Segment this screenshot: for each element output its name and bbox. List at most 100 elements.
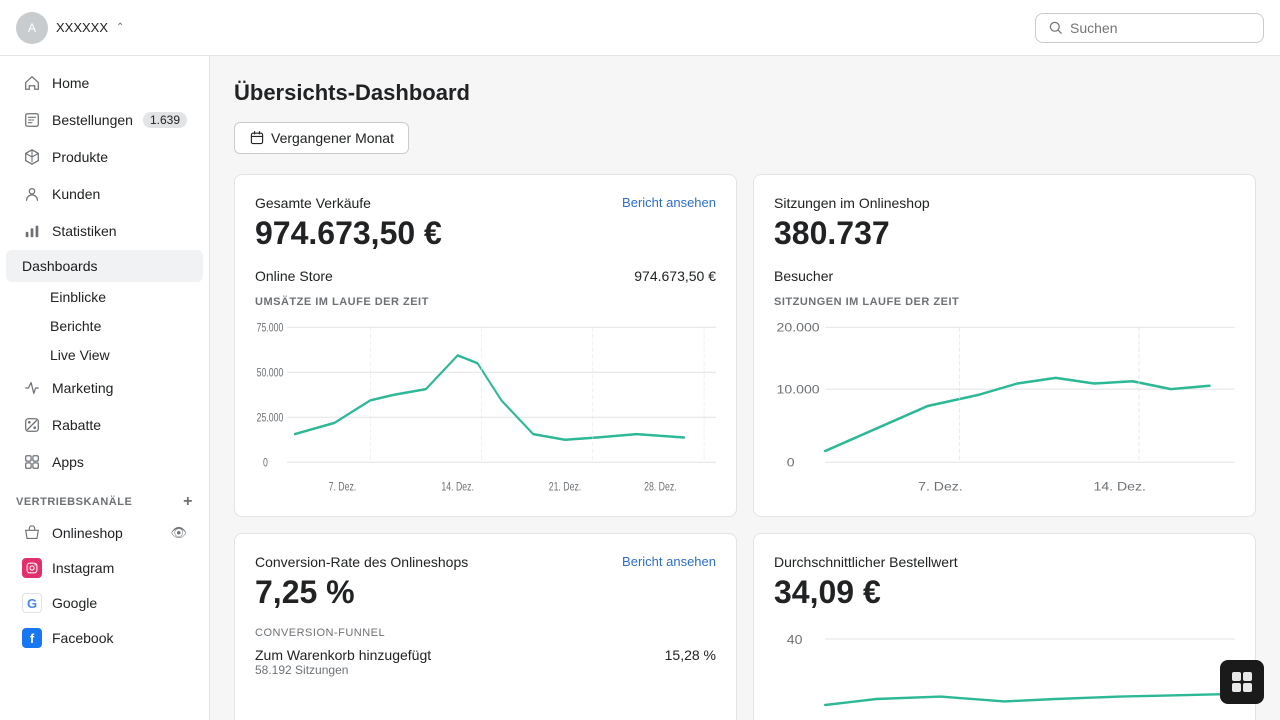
facebook-icon: f — [22, 628, 42, 648]
conversion-funnel-item-value: 15,28 % — [665, 647, 716, 677]
svg-text:21. Dez.: 21. Dez. — [549, 480, 582, 494]
card-conversion-link[interactable]: Bericht ansehen — [622, 554, 716, 569]
shop-name: XXXXXX — [56, 20, 108, 35]
sidebar-item-home-label: Home — [52, 75, 89, 91]
svg-text:50.000: 50.000 — [257, 366, 284, 380]
sidebar-item-marketing[interactable]: Marketing — [6, 370, 203, 406]
main-content: Übersichts-Dashboard Vergangener Monat G… — [210, 56, 1280, 720]
sidebar-item-rabatte[interactable]: Rabatte — [6, 407, 203, 443]
marketing-icon — [22, 378, 42, 398]
chevron-down-icon[interactable]: ⌃ — [116, 22, 124, 33]
card-conversion-header: Conversion-Rate des Onlineshops Bericht … — [255, 554, 716, 570]
topbar-right — [1035, 13, 1264, 43]
sidebar-item-liveview[interactable]: Live View — [38, 341, 203, 369]
channel-google-label: Google — [52, 595, 97, 611]
calendar-icon — [249, 130, 265, 146]
card-bestellwert-value: 34,09 € — [774, 574, 1235, 611]
conversion-funnel-item-label: Zum Warenkorb hinzugefügt — [255, 647, 431, 663]
card-sitzungen-chart-label: SITZUNGEN IM LAUFE DER ZEIT — [774, 296, 1235, 308]
apps-icon — [22, 452, 42, 472]
card-bestellwert: Durchschnittlicher Bestellwert 34,09 € 4… — [753, 533, 1256, 720]
channel-onlineshop[interactable]: Onlineshop 👁 — [6, 516, 203, 550]
sidebar-item-liveview-label: Live View — [50, 347, 110, 363]
channel-google[interactable]: G Google — [6, 586, 203, 620]
svg-text:14. Dez.: 14. Dez. — [441, 480, 474, 494]
sidebar-item-apps-label: Apps — [52, 454, 84, 470]
topbar-left: A XXXXXX ⌃ — [16, 12, 124, 44]
sidebar-item-berichte-label: Berichte — [50, 318, 101, 334]
eye-icon[interactable]: 👁 — [170, 525, 187, 541]
card-verkaufe-label: Online Store — [255, 268, 333, 284]
channels-section-label: VERTRIEBSKANÄLE — [16, 496, 132, 508]
sidebar-item-statistiken[interactable]: Statistiken — [6, 213, 203, 249]
svg-text:10.000: 10.000 — [777, 382, 820, 396]
card-verkaufe-chart-label: UMSÄTZE IM LAUFE DER ZEIT — [255, 296, 716, 308]
channels-section-header: VERTRIEBSKANÄLE + — [0, 481, 209, 515]
sidebar-sub-nav: Einblicke Berichte Live View — [0, 283, 209, 369]
conversion-funnel-label: CONVERSION-FUNNEL — [255, 627, 716, 639]
card-bestellwert-title: Durchschnittlicher Bestellwert — [774, 554, 958, 570]
card-sitzungen-chart: 20.000 10.000 0 7. Dez. 14. Dez. — [774, 316, 1235, 496]
card-verkaufe-value: 974.673,50 € — [255, 215, 716, 252]
add-channel-icon[interactable]: + — [183, 493, 193, 511]
svg-text:25.000: 25.000 — [257, 411, 284, 425]
search-bar[interactable] — [1035, 13, 1264, 43]
sidebar-item-apps[interactable]: Apps — [6, 444, 203, 480]
sidebar-item-marketing-label: Marketing — [52, 380, 113, 396]
overlay-icon[interactable] — [1220, 660, 1264, 704]
overlay-svg-icon — [1230, 670, 1254, 694]
filter-btn-label: Vergangener Monat — [271, 130, 394, 146]
conversion-funnel-left: Zum Warenkorb hinzugefügt 58.192 Sitzung… — [255, 647, 431, 677]
svg-text:75.000: 75.000 — [257, 321, 284, 335]
sidebar-item-bestellungen-label: Bestellungen — [52, 112, 133, 128]
sidebar-item-berichte[interactable]: Berichte — [38, 312, 203, 340]
page-title: Übersichts-Dashboard — [234, 80, 1256, 106]
sidebar-item-bestellungen[interactable]: Bestellungen 1.639 — [6, 102, 203, 138]
card-verkaufe-link[interactable]: Bericht ansehen — [622, 195, 716, 210]
topbar: A XXXXXX ⌃ — [0, 0, 1280, 56]
sidebar: Home Bestellungen 1.639 Produkte Kunden — [0, 56, 210, 720]
card-sitzungen-row: Besucher — [774, 268, 1235, 284]
card-verkaufe-sub: 974.673,50 € — [634, 268, 716, 284]
card-bestellwert-header: Durchschnittlicher Bestellwert — [774, 554, 1235, 570]
sidebar-item-kunden[interactable]: Kunden — [6, 176, 203, 212]
conversion-funnel-item-sub: 58.192 Sitzungen — [255, 663, 431, 677]
sidebar-item-einblicke-label: Einblicke — [50, 289, 106, 305]
channel-facebook[interactable]: f Facebook — [6, 621, 203, 655]
layout: Home Bestellungen 1.639 Produkte Kunden — [0, 56, 1280, 720]
sidebar-item-dashboards[interactable]: Dashboards — [6, 250, 203, 282]
card-verkaufe-chart: 75.000 50.000 25.000 0 7. Dez. 14. Dez. … — [255, 316, 716, 496]
sidebar-item-produkte-label: Produkte — [52, 149, 108, 165]
cards-row-bottom: Conversion-Rate des Onlineshops Bericht … — [234, 533, 1256, 720]
channel-onlineshop-label: Onlineshop — [52, 525, 123, 541]
instagram-icon — [22, 558, 42, 578]
svg-text:0: 0 — [263, 456, 268, 470]
search-icon — [1048, 20, 1064, 36]
card-sitzungen: Sitzungen im Onlineshop 380.737 Besucher… — [753, 174, 1256, 517]
stats-icon — [22, 221, 42, 241]
avatar: A — [16, 12, 48, 44]
sidebar-item-rabatte-label: Rabatte — [52, 417, 101, 433]
card-conversion-title: Conversion-Rate des Onlineshops — [255, 554, 468, 570]
search-input[interactable] — [1070, 20, 1251, 36]
orders-icon — [22, 110, 42, 130]
filter-button[interactable]: Vergangener Monat — [234, 122, 409, 154]
svg-text:28. Dez.: 28. Dez. — [644, 480, 677, 494]
customers-icon — [22, 184, 42, 204]
orders-badge: 1.639 — [143, 112, 187, 128]
card-verkaufe-row: Online Store 974.673,50 € — [255, 268, 716, 284]
cards-row-top: Gesamte Verkäufe Bericht ansehen 974.673… — [234, 174, 1256, 517]
sidebar-item-einblicke[interactable]: Einblicke — [38, 283, 203, 311]
home-icon — [22, 73, 42, 93]
card-sitzungen-header: Sitzungen im Onlineshop — [774, 195, 1235, 211]
channel-facebook-label: Facebook — [52, 630, 113, 646]
sidebar-item-dashboards-label: Dashboards — [22, 258, 98, 274]
card-sitzungen-title: Sitzungen im Onlineshop — [774, 195, 930, 211]
google-icon: G — [22, 593, 42, 613]
channel-instagram-label: Instagram — [52, 560, 114, 576]
channel-instagram[interactable]: Instagram — [6, 551, 203, 585]
products-icon — [22, 147, 42, 167]
svg-text:7. Dez.: 7. Dez. — [329, 480, 357, 494]
sidebar-item-produkte[interactable]: Produkte — [6, 139, 203, 175]
sidebar-item-home[interactable]: Home — [6, 65, 203, 101]
